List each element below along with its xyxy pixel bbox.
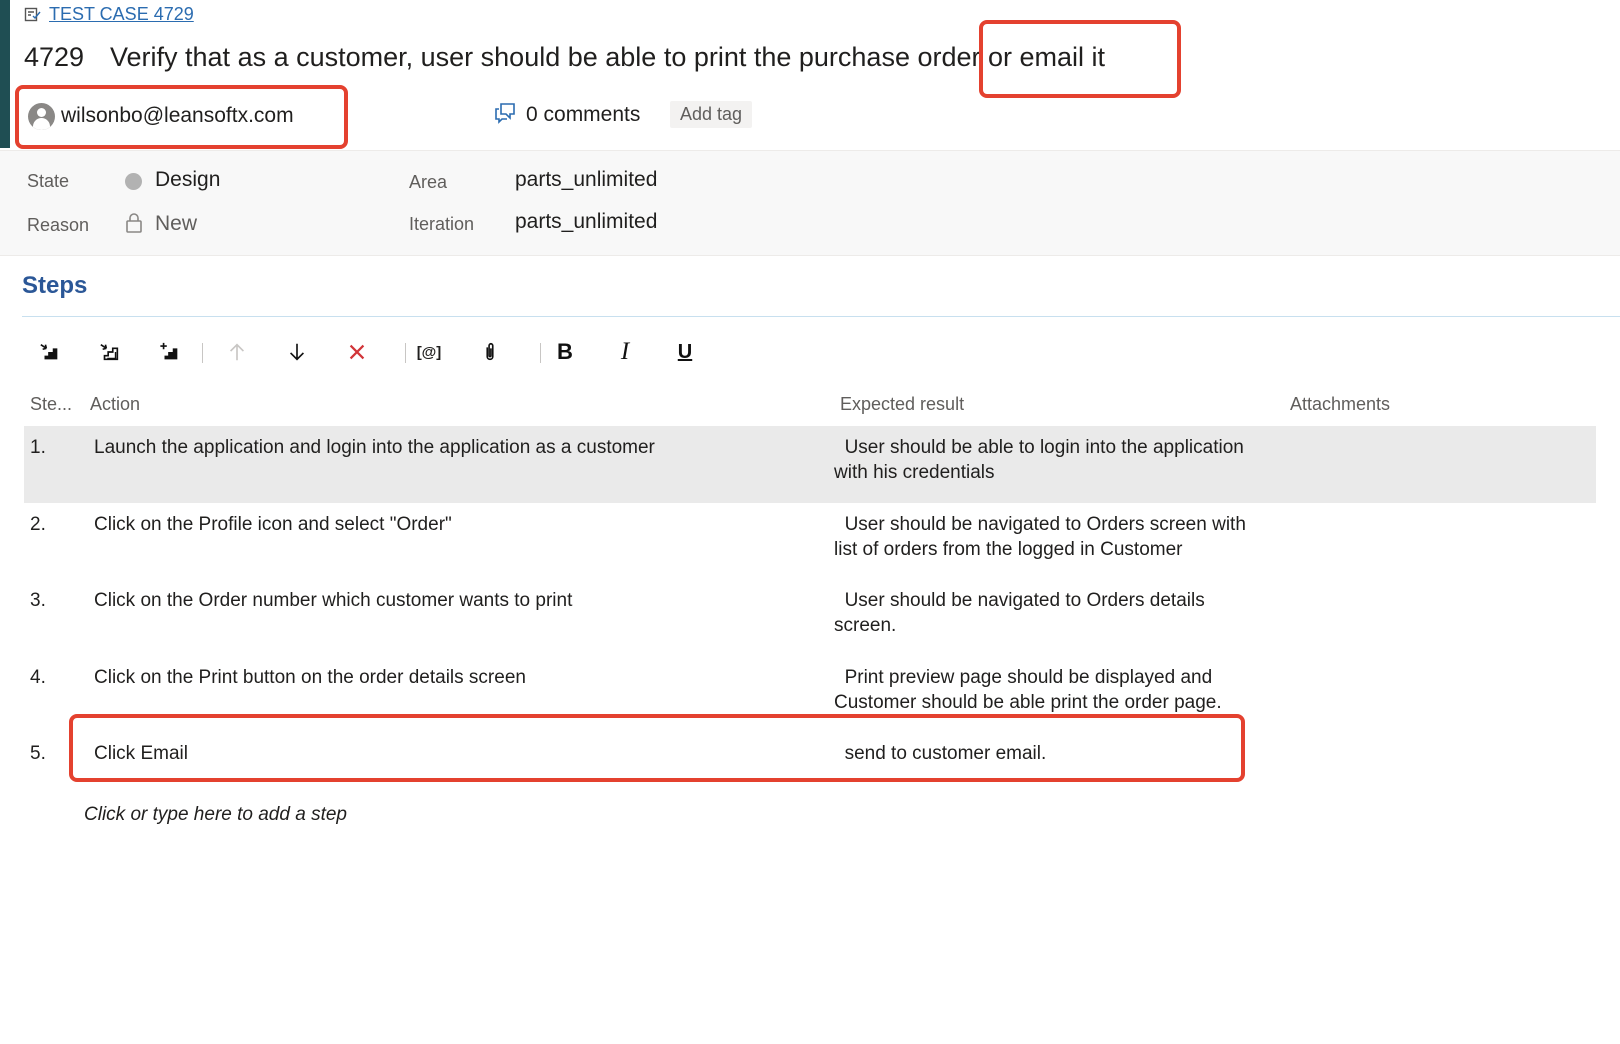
- add-tag-button[interactable]: Add tag: [670, 101, 753, 128]
- step-number: 2.: [30, 514, 46, 535]
- create-shared-steps-icon[interactable]: [153, 335, 187, 369]
- work-item-fields: [0, 150, 1620, 256]
- underline-button[interactable]: U: [668, 335, 702, 369]
- step-action[interactable]: Click Email: [94, 743, 188, 765]
- move-down-icon[interactable]: [280, 335, 314, 369]
- column-header-action[interactable]: Action: [90, 394, 140, 415]
- italic-button[interactable]: I: [608, 335, 642, 369]
- state-label: State: [27, 171, 70, 191]
- table-row[interactable]: 5. Click Email send to customer email.: [24, 732, 1596, 782]
- step-number: 4.: [30, 667, 46, 688]
- delete-step-icon[interactable]: [340, 335, 374, 369]
- comments-icon: [493, 101, 517, 130]
- state-dropdown[interactable]: Design: [155, 168, 220, 192]
- insert-parameter-label: [@]: [416, 343, 442, 361]
- work-item-title[interactable]: Verify that as a customer, user should b…: [110, 42, 1105, 73]
- area-field[interactable]: parts_unlimited: [515, 168, 657, 192]
- lock-icon: [125, 212, 143, 234]
- column-header-step[interactable]: Ste...: [30, 394, 72, 415]
- comments-count: 0 comments: [526, 103, 641, 126]
- column-header-expected[interactable]: Expected result: [840, 394, 964, 415]
- underline-label: U: [677, 340, 693, 363]
- work-item-color-bar: [0, 0, 10, 148]
- toolbar-separator: [405, 343, 406, 363]
- avatar: [28, 102, 55, 130]
- italic-label: I: [620, 338, 630, 365]
- step-action[interactable]: Click on the Order number which customer…: [94, 590, 572, 612]
- step-action[interactable]: Launch the application and login into th…: [94, 437, 655, 459]
- area-label: Area: [409, 172, 448, 192]
- step-expected-result[interactable]: Print preview page should be displayed a…: [834, 665, 1304, 715]
- step-action[interactable]: Click on the Print button on the order d…: [94, 667, 526, 689]
- test-case-icon: [24, 6, 42, 24]
- state-dot-icon: [125, 173, 142, 190]
- step-expected-result[interactable]: User should be navigated to Orders scree…: [834, 512, 1304, 562]
- reason-label: Reason: [27, 215, 90, 235]
- move-up-icon[interactable]: [220, 335, 254, 369]
- step-expected-result[interactable]: User should be navigated to Orders detai…: [834, 588, 1304, 638]
- column-header-attachments[interactable]: Attachments: [1290, 394, 1390, 415]
- assigned-to-field[interactable]: wilsonbo@leansoftx.com: [28, 99, 294, 133]
- reason-value: New: [155, 212, 198, 235]
- steps-section-title: Steps: [22, 272, 88, 299]
- table-row[interactable]: 4. Click on the Print button on the orde…: [24, 656, 1596, 732]
- step-number: 1.: [30, 437, 46, 458]
- toolbar-separator: [540, 343, 541, 363]
- work-item-type-link[interactable]: TEST CASE 4729: [49, 4, 194, 25]
- step-expected-result[interactable]: send to customer email.: [834, 741, 1304, 766]
- toolbar-separator: [202, 343, 203, 363]
- insert-parameter-button[interactable]: [@]: [412, 335, 446, 369]
- table-row[interactable]: 2. Click on the Profile icon and select …: [24, 503, 1596, 579]
- work-item-id: 4729: [24, 42, 85, 72]
- insert-shared-steps-icon[interactable]: [93, 335, 127, 369]
- step-number: 3.: [30, 590, 46, 611]
- attachment-icon[interactable]: [473, 335, 507, 369]
- table-row[interactable]: 1. Launch the application and login into…: [24, 426, 1596, 503]
- add-step-prompt[interactable]: Click or type here to add a step: [84, 804, 347, 826]
- bold-label: B: [557, 339, 573, 364]
- step-expected-result[interactable]: User should be able to login into the ap…: [834, 435, 1304, 485]
- iteration-field[interactable]: parts_unlimited: [515, 210, 657, 234]
- step-action[interactable]: Click on the Profile icon and select "Or…: [94, 514, 452, 536]
- comments-link[interactable]: 0 comments: [493, 101, 640, 129]
- assignee-name: wilsonbo@leansoftx.com: [61, 104, 294, 127]
- step-number: 5.: [30, 743, 46, 764]
- iteration-label: Iteration: [409, 214, 475, 234]
- table-row[interactable]: 3. Click on the Order number which custo…: [24, 579, 1596, 656]
- steps-divider: [22, 316, 1620, 317]
- insert-step-icon[interactable]: [33, 335, 67, 369]
- bold-button[interactable]: B: [548, 335, 582, 369]
